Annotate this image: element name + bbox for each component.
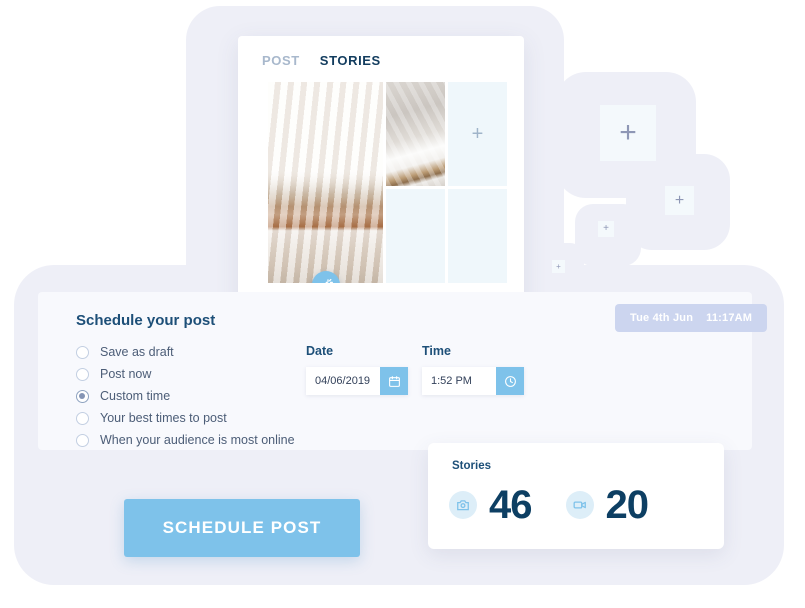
post-composer-card: POST STORIES + — [238, 36, 524, 316]
schedule-option-post-now[interactable]: Post now — [76, 364, 295, 384]
schedule-option-label: Your best times to post — [100, 411, 227, 425]
stats-title: Stories — [452, 460, 491, 472]
schedule-options-list: Save as draft Post now Custom time Your … — [76, 342, 295, 452]
stat-videos-value: 20 — [605, 483, 649, 527]
radio-icon-selected — [76, 389, 89, 403]
radio-icon — [76, 367, 89, 381]
date-input[interactable]: 04/06/2019 — [306, 367, 408, 395]
video-camera-icon — [565, 491, 594, 519]
radio-icon — [76, 433, 89, 447]
media-cell-add-1[interactable]: + — [448, 82, 507, 186]
schedule-post-button[interactable]: SCHEDULE POST — [124, 499, 360, 557]
floating-add-tile-4[interactable]: + — [552, 260, 565, 273]
schedule-option-best-times[interactable]: Your best times to post — [76, 408, 295, 428]
floating-add-tile-1[interactable]: + — [600, 105, 656, 161]
clothing-rack-photo — [268, 82, 383, 283]
schedule-option-save-as-draft[interactable]: Save as draft — [76, 342, 295, 362]
tab-post[interactable]: POST — [262, 53, 300, 68]
badge-time: 11:17AM — [706, 312, 753, 324]
screenshot-stage: + + + + POST STORIES + Schedule your pos… — [0, 0, 805, 608]
radio-icon — [76, 345, 89, 359]
stories-stats-card: Stories 46 20 — [428, 443, 724, 549]
schedule-title: Schedule your post — [76, 312, 216, 329]
schedule-option-label: Save as draft — [100, 345, 174, 359]
schedule-option-label: When your audience is most online — [100, 433, 295, 447]
linen-fabric-photo — [386, 82, 445, 186]
schedule-option-audience-online[interactable]: When your audience is most online — [76, 430, 295, 450]
media-cell-add-3[interactable] — [448, 189, 507, 283]
time-input[interactable]: 1:52 PM — [422, 367, 524, 395]
floating-add-tile-3[interactable]: + — [598, 221, 614, 237]
schedule-option-label: Custom time — [100, 389, 171, 403]
tab-stories[interactable]: STORIES — [320, 53, 381, 68]
time-value[interactable]: 1:52 PM — [422, 367, 496, 395]
stats-row: 46 20 — [449, 483, 649, 527]
date-value[interactable]: 04/06/2019 — [306, 367, 380, 395]
stat-photos-value: 46 — [489, 483, 532, 527]
media-cell-clothing-rack[interactable] — [268, 82, 383, 283]
camera-icon — [449, 491, 477, 519]
clock-icon[interactable] — [496, 367, 524, 395]
media-grid: + — [268, 82, 507, 283]
stat-photos: 46 — [449, 485, 532, 525]
date-label: Date — [306, 344, 334, 358]
date-field-group: Date 04/06/2019 — [306, 344, 408, 395]
floating-add-tile-2[interactable]: + — [665, 186, 694, 215]
media-cell-linen[interactable] — [386, 82, 445, 186]
time-label: Time — [422, 344, 451, 358]
schedule-option-custom-time[interactable]: Custom time — [76, 386, 295, 406]
scheduled-time-badge: Tue 4th Jun 11:17AM — [615, 304, 768, 332]
calendar-icon[interactable] — [380, 367, 408, 395]
radio-icon — [76, 411, 89, 425]
schedule-option-label: Post now — [100, 367, 152, 381]
stat-videos: 20 — [565, 483, 649, 527]
composer-tabs: POST STORIES — [238, 36, 524, 78]
media-cell-add-2[interactable] — [386, 189, 445, 283]
badge-day: Tue 4th Jun — [630, 312, 694, 324]
time-field-group: Time 1:52 PM — [422, 344, 524, 395]
